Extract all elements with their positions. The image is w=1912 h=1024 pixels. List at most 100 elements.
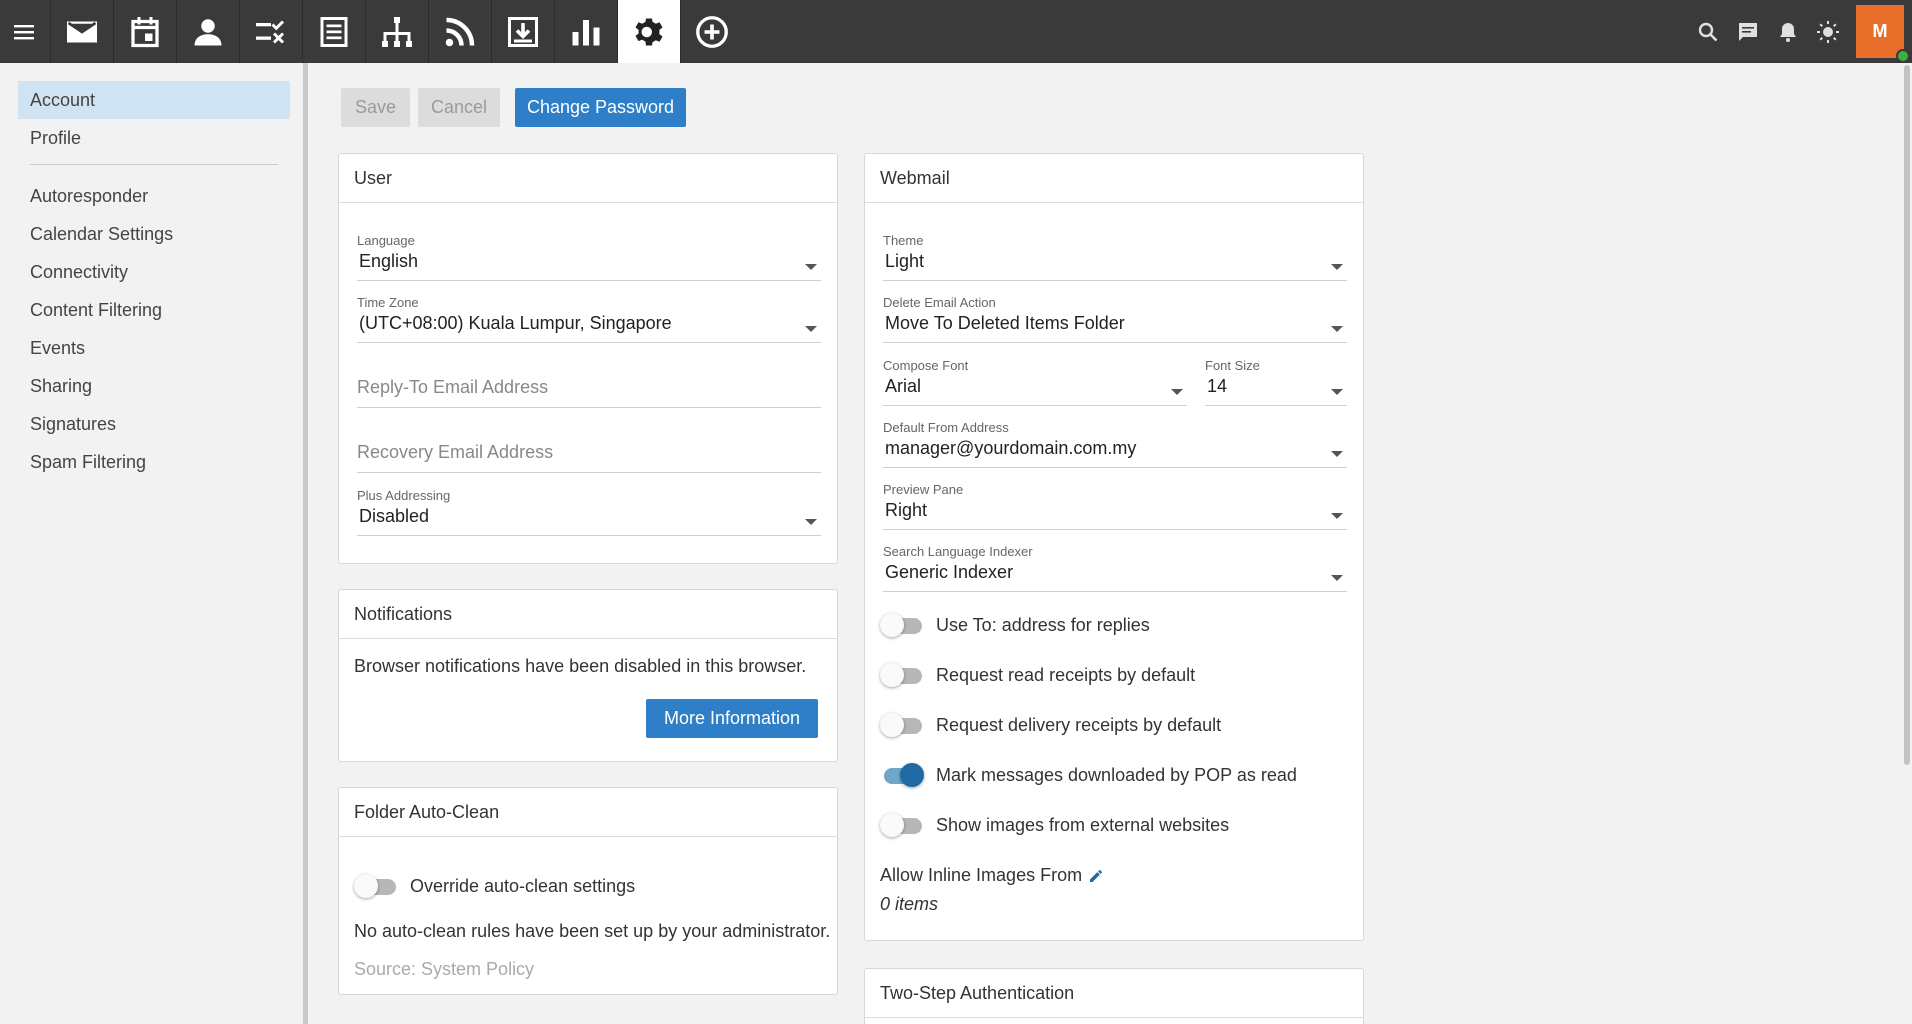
settings-sidebar: Account Profile Autoresponder Calendar S…: [0, 63, 308, 1024]
font-size-select[interactable]: Font Size 14: [1205, 358, 1347, 408]
sidebar-item-content-filtering[interactable]: Content Filtering: [18, 291, 290, 329]
notes-icon[interactable]: [302, 0, 365, 63]
pop-mark-read-toggle[interactable]: [880, 762, 924, 788]
external-images-toggle[interactable]: [880, 812, 924, 838]
auto-clean-source: Source: System Policy: [354, 959, 535, 979]
read-receipts-label: Request read receipts by default: [936, 664, 1196, 685]
search-language-indexer-dropdown-icon: [1331, 575, 1343, 581]
contacts-icon[interactable]: [176, 0, 239, 63]
allow-inline-images-row: Allow Inline Images From: [880, 865, 1104, 886]
more-information-button[interactable]: More Information: [646, 699, 818, 738]
reply-to-placeholder: Reply-To Email Address: [357, 377, 549, 397]
scrollbar-thumb[interactable]: [1904, 65, 1910, 765]
sidebar-item-connectivity[interactable]: Connectivity: [18, 253, 290, 291]
online-status-dot: [1896, 49, 1910, 63]
delete-email-action-label: Delete Email Action: [883, 295, 996, 310]
timezone-select[interactable]: Time Zone (UTC+08:00) Kuala Lumpur, Sing…: [357, 295, 821, 345]
search-language-indexer-select[interactable]: Search Language Indexer Generic Indexer: [883, 544, 1347, 594]
top-navigation-bar: M: [0, 0, 1912, 63]
allow-inline-images-label: Allow Inline Images From: [880, 865, 1083, 885]
external-images-toggle-row[interactable]: Show images from external websites: [880, 810, 1229, 840]
use-to-address-label: Use To: address for replies: [936, 614, 1150, 635]
plus-addressing-label: Plus Addressing: [357, 488, 451, 503]
cancel-button[interactable]: Cancel: [418, 88, 500, 127]
edit-pencil-icon[interactable]: [1088, 868, 1104, 884]
settings-gear-icon[interactable]: [617, 0, 680, 63]
two-step-authentication-card-title: Two-Step Authentication: [865, 969, 1363, 1018]
compose-font-dropdown-icon: [1171, 389, 1183, 395]
sidebar-item-profile[interactable]: Profile: [18, 119, 290, 157]
folder-auto-clean-card: Folder Auto-Clean Override auto-clean se…: [338, 787, 838, 995]
language-dropdown-icon: [805, 264, 817, 270]
theme-select[interactable]: Theme Light: [883, 233, 1347, 283]
archive-download-icon[interactable]: [491, 0, 554, 63]
reports-chart-icon[interactable]: [554, 0, 617, 63]
delivery-receipts-toggle-row[interactable]: Request delivery receipts by default: [880, 710, 1221, 740]
chat-icon[interactable]: [1728, 0, 1768, 63]
user-card-title: User: [339, 154, 837, 203]
font-size-label: Font Size: [1205, 358, 1260, 373]
theme-label: Theme: [883, 233, 924, 248]
sidebar-divider: [30, 164, 278, 165]
user-avatar[interactable]: M: [1856, 5, 1910, 63]
sidebar-item-calendar-settings[interactable]: Calendar Settings: [18, 215, 290, 253]
webmail-card-title: Webmail: [865, 154, 1363, 203]
pop-mark-read-toggle-row[interactable]: Mark messages downloaded by POP as read: [880, 760, 1297, 790]
theme-value: Light: [885, 251, 925, 271]
user-card: User Language English Time Zone (UTC+08:…: [338, 153, 838, 564]
sidebar-item-account[interactable]: Account: [18, 81, 290, 119]
save-button[interactable]: Save: [341, 88, 410, 127]
timezone-dropdown-icon: [805, 326, 817, 332]
compose-font-label: Compose Font: [883, 358, 969, 373]
search-icon[interactable]: [1688, 0, 1728, 63]
language-label: Language: [357, 233, 415, 248]
search-language-indexer-value: Generic Indexer: [885, 562, 1014, 582]
theme-sun-icon[interactable]: [1808, 0, 1848, 63]
change-password-button[interactable]: Change Password: [515, 88, 686, 127]
use-to-address-toggle[interactable]: [880, 612, 924, 638]
plus-addressing-select[interactable]: Plus Addressing Disabled: [357, 488, 821, 538]
plus-addressing-dropdown-icon: [805, 519, 817, 525]
override-auto-clean-toggle[interactable]: [354, 873, 398, 899]
read-receipts-toggle-row[interactable]: Request read receipts by default: [880, 660, 1195, 690]
preview-pane-select[interactable]: Preview Pane Right: [883, 482, 1347, 532]
avatar-initial: M: [1872, 21, 1888, 41]
notifications-card-title: Notifications: [339, 590, 837, 639]
read-receipts-toggle[interactable]: [880, 662, 924, 688]
override-auto-clean-label: Override auto-clean settings: [410, 875, 636, 896]
sidebar-item-autoresponder[interactable]: Autoresponder: [18, 177, 290, 215]
notifications-bell-icon[interactable]: [1768, 0, 1808, 63]
tasks-icon[interactable]: [239, 0, 302, 63]
language-select[interactable]: Language English: [357, 233, 821, 283]
add-circle-icon[interactable]: [680, 0, 743, 63]
mail-icon[interactable]: [50, 0, 113, 63]
folder-auto-clean-card-title: Folder Auto-Clean: [339, 788, 837, 837]
pop-mark-read-label: Mark messages downloaded by POP as read: [936, 764, 1297, 785]
compose-font-select[interactable]: Compose Font Arial: [883, 358, 1187, 408]
rss-icon[interactable]: [428, 0, 491, 63]
sidebar-item-sharing[interactable]: Sharing: [18, 367, 290, 405]
sidebar-item-events[interactable]: Events: [18, 329, 290, 367]
theme-dropdown-icon: [1331, 264, 1343, 270]
inline-images-count: 0 items: [880, 894, 939, 914]
notifications-message: Browser notifications have been disabled…: [354, 656, 807, 676]
recovery-email-input[interactable]: Recovery Email Address: [357, 442, 821, 473]
sidebar-item-signatures[interactable]: Signatures: [18, 405, 290, 443]
default-from-address-label: Default From Address: [883, 420, 1009, 435]
calendar-icon[interactable]: [113, 0, 176, 63]
reply-to-email-input[interactable]: Reply-To Email Address: [357, 377, 821, 408]
default-from-address-select[interactable]: Default From Address manager@yourdomain.…: [883, 420, 1347, 470]
sidebar-item-spam-filtering[interactable]: Spam Filtering: [18, 443, 290, 481]
delivery-receipts-label: Request delivery receipts by default: [936, 714, 1222, 735]
override-auto-clean-toggle-row[interactable]: Override auto-clean settings: [354, 871, 635, 901]
compose-font-value: Arial: [885, 376, 922, 396]
plus-addressing-value: Disabled: [359, 506, 430, 526]
delivery-receipts-toggle[interactable]: [880, 712, 924, 738]
font-size-dropdown-icon: [1331, 389, 1343, 395]
sitemap-icon[interactable]: [365, 0, 428, 63]
hamburger-menu-icon[interactable]: [0, 0, 50, 63]
use-to-address-toggle-row[interactable]: Use To: address for replies: [880, 610, 1150, 640]
search-language-indexer-label: Search Language Indexer: [883, 544, 1033, 559]
delete-email-action-select[interactable]: Delete Email Action Move To Deleted Item…: [883, 295, 1347, 345]
page-scrollbar[interactable]: [1902, 63, 1912, 1024]
